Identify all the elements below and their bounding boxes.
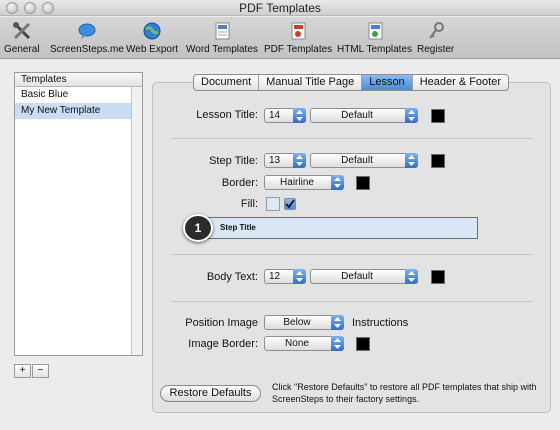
fill-color-well[interactable]	[266, 197, 280, 211]
title-bar: PDF Templates	[0, 0, 560, 16]
lesson-title-size-value: 14	[269, 110, 281, 121]
toolbar-word-templates[interactable]: Word Templates	[186, 21, 258, 55]
templates-list-header: Templates	[15, 73, 142, 87]
toolbar-label: PDF Templates	[264, 44, 333, 55]
remove-template-button[interactable]: −	[32, 364, 49, 378]
step-title-size-value: 13	[269, 155, 281, 166]
body-text-size-value: 12	[269, 271, 281, 282]
tools-icon	[12, 21, 32, 41]
restore-defaults-note: Click "Restore Defaults" to restore all …	[272, 382, 537, 404]
html-doc-icon	[365, 21, 385, 41]
tab-lesson[interactable]: Lesson	[362, 75, 413, 90]
updown-arrows-icon	[331, 175, 344, 190]
lesson-title-font-select[interactable]: Default	[310, 108, 418, 123]
template-item-basic-blue[interactable]: Basic Blue	[15, 87, 142, 103]
step-title-color-well[interactable]	[431, 154, 445, 168]
updown-arrows-icon	[405, 108, 418, 123]
template-item-my-new-template[interactable]: My New Template	[15, 103, 142, 119]
body-text-font-value: Default	[341, 271, 373, 282]
checkmark-icon	[285, 199, 295, 209]
toolbar-register[interactable]: Register	[417, 21, 454, 55]
templates-scrollbar[interactable]	[131, 87, 142, 355]
position-image-suffix: Instructions	[352, 317, 409, 329]
settings-tabs: Document Manual Title Page Lesson Header…	[193, 74, 510, 91]
updown-arrows-icon	[293, 269, 306, 284]
lesson-title-color-well[interactable]	[431, 109, 445, 123]
lesson-title-size-select[interactable]: 14	[264, 108, 306, 123]
toolbar-label: General	[4, 44, 40, 55]
globe-icon	[142, 21, 162, 41]
image-border-label: Image Border:	[188, 338, 258, 350]
tab-manual-title-page[interactable]: Manual Title Page	[259, 75, 363, 90]
key-icon	[426, 21, 446, 41]
toolbar-html-templates[interactable]: HTML Templates	[337, 21, 412, 55]
toolbar-label: Register	[417, 44, 455, 55]
callout-marker: 1	[183, 214, 213, 242]
pdf-templates-window: PDF Templates General ScreenSteps.me Web…	[0, 0, 560, 430]
restore-defaults-button[interactable]: Restore Defaults	[160, 385, 261, 402]
lesson-title-font-value: Default	[341, 110, 373, 121]
body-text-label: Body Text:	[206, 271, 258, 283]
border-color-well[interactable]	[356, 176, 370, 190]
updown-arrows-icon	[293, 108, 306, 123]
updown-arrows-icon	[331, 315, 344, 330]
toolbar-label: Web Export	[126, 44, 179, 55]
step-title-label: Step Title:	[209, 155, 258, 167]
section-divider	[171, 138, 533, 139]
step-title-size-select[interactable]: 13	[264, 153, 306, 168]
settings-panel	[152, 82, 551, 413]
toolbar-label: Word Templates	[186, 44, 258, 55]
toolbar-label: HTML Templates	[337, 44, 413, 55]
step-title-font-select[interactable]: Default	[310, 153, 418, 168]
fill-label: Fill:	[240, 198, 258, 210]
tab-document[interactable]: Document	[194, 75, 260, 90]
toolbar-label: ScreenSteps.me	[50, 44, 124, 55]
section-divider	[171, 254, 533, 255]
border-label: Border:	[221, 177, 258, 189]
fill-checkbox[interactable]	[284, 198, 296, 210]
preferences-toolbar: General ScreenSteps.me Web Export Word T…	[0, 17, 560, 59]
toolbar-screensteps-me[interactable]: ScreenSteps.me	[50, 21, 124, 55]
pdf-doc-icon	[288, 21, 308, 41]
border-style-value: Hairline	[280, 177, 314, 188]
section-divider	[171, 301, 533, 302]
toolbar-web-export[interactable]: Web Export	[126, 21, 178, 55]
position-image-label: Position Image	[185, 317, 258, 329]
body-text-color-well[interactable]	[431, 270, 445, 284]
step-title-font-value: Default	[341, 155, 373, 166]
body-text-size-select[interactable]: 12	[264, 269, 306, 284]
add-template-button[interactable]: +	[14, 364, 31, 378]
image-border-color-well[interactable]	[356, 337, 370, 351]
image-border-select[interactable]: None	[264, 336, 344, 351]
templates-list: Templates Basic Blue My New Template	[14, 72, 143, 356]
chat-bubble-icon	[77, 21, 97, 41]
toolbar-general[interactable]: General	[4, 21, 40, 55]
updown-arrows-icon	[293, 153, 306, 168]
updown-arrows-icon	[331, 336, 344, 351]
updown-arrows-icon	[405, 153, 418, 168]
border-style-select[interactable]: Hairline	[264, 175, 344, 190]
window-title: PDF Templates	[239, 1, 321, 15]
lesson-title-label: Lesson Title:	[196, 109, 258, 121]
position-image-value: Below	[283, 317, 311, 328]
word-doc-icon	[212, 21, 232, 41]
tab-header-footer[interactable]: Header & Footer	[413, 75, 508, 90]
updown-arrows-icon	[405, 269, 418, 284]
image-border-value: None	[285, 338, 309, 349]
position-image-select[interactable]: Below	[264, 315, 344, 330]
body-text-font-select[interactable]: Default	[310, 269, 418, 284]
toolbar-pdf-templates[interactable]: PDF Templates	[264, 21, 332, 55]
step-title-preview: Step Title	[207, 217, 478, 239]
